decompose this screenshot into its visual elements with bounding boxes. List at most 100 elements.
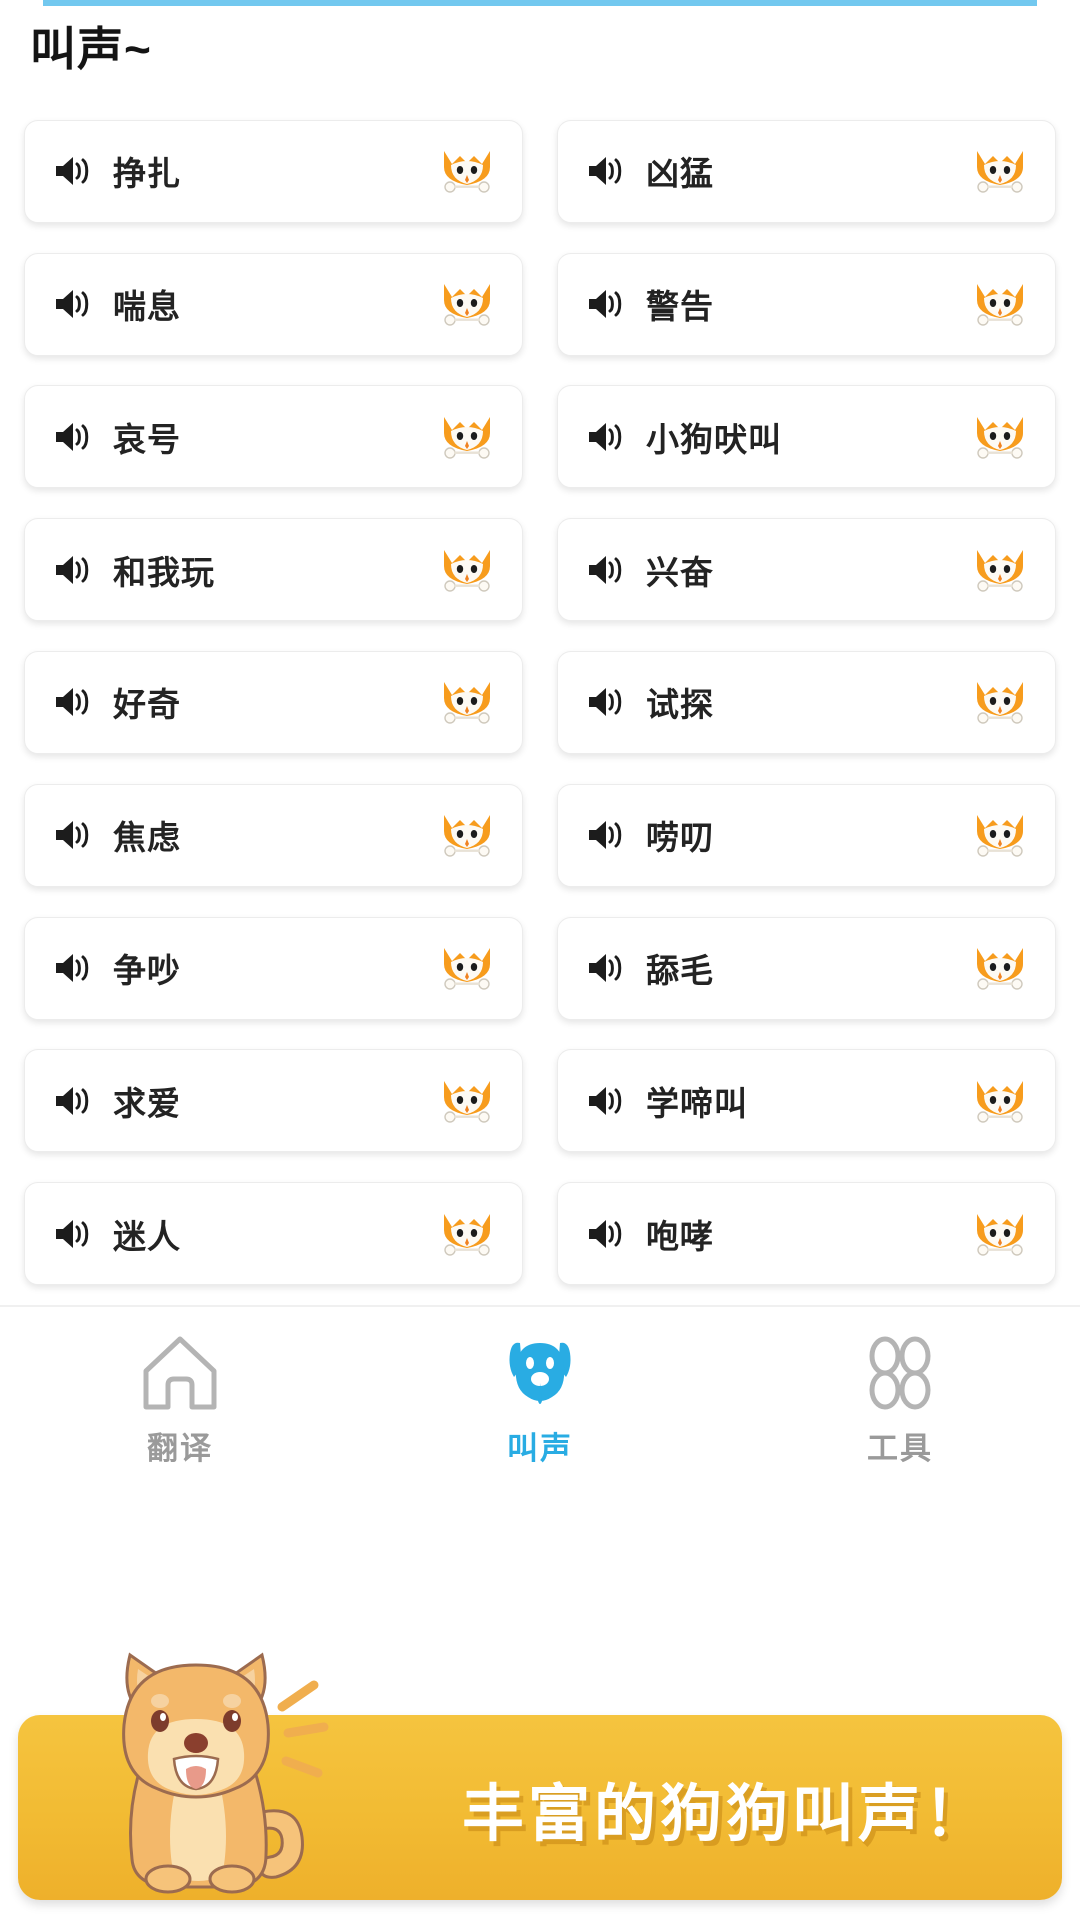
sound-card-cell: 迷人 — [24, 1167, 523, 1300]
dog-face-icon — [971, 678, 1029, 726]
status-bar-strip — [0, 0, 1080, 6]
sound-card-cell: 警告 — [557, 238, 1056, 371]
dog-face-icon — [971, 1077, 1029, 1125]
speaker-icon — [586, 684, 626, 720]
grid-petals-icon — [854, 1327, 946, 1419]
sound-card[interactable]: 迷人 — [24, 1182, 523, 1286]
speaker-icon — [586, 153, 626, 189]
dog-face-icon — [438, 678, 496, 726]
speaker-icon — [53, 419, 93, 455]
speaker-icon — [586, 286, 626, 322]
sound-card[interactable]: 唠叨 — [557, 783, 1056, 887]
sound-label: 兴奋 — [646, 553, 714, 591]
dog-face-icon — [971, 944, 1029, 992]
sound-card[interactable]: 挣扎 — [24, 119, 523, 223]
dog-face-icon — [438, 944, 496, 992]
home-icon — [134, 1327, 226, 1419]
sound-card[interactable]: 学啼叫 — [557, 1049, 1056, 1153]
sound-label: 唠叨 — [646, 819, 714, 857]
tab-label: 工具 — [867, 1431, 933, 1466]
sound-card-cell: 咆哮 — [557, 1167, 1056, 1300]
dog-face-icon — [438, 147, 496, 195]
status-bar-accent — [0, 0, 1080, 6]
dog-face-icon — [438, 546, 496, 594]
sound-card[interactable]: 求爱 — [24, 1049, 523, 1153]
sound-label: 哀号 — [113, 420, 181, 458]
dog-head-icon — [494, 1327, 586, 1419]
sound-label: 挣扎 — [113, 155, 181, 193]
sound-card[interactable]: 好奇 — [24, 650, 523, 754]
tab-label: 叫声 — [507, 1431, 573, 1466]
sound-label: 好奇 — [113, 686, 181, 724]
sound-label: 舔毛 — [646, 952, 714, 990]
tab-tools[interactable]: 工具 — [720, 1313, 1080, 1488]
speaker-icon — [586, 1083, 626, 1119]
banner-text: 丰富的狗狗叫声！ — [461, 1779, 990, 1849]
sound-card-cell: 争吵 — [24, 902, 523, 1035]
dog-face-icon — [971, 546, 1029, 594]
speaker-icon — [586, 419, 626, 455]
sound-label: 警告 — [646, 288, 714, 326]
speaker-icon — [53, 153, 93, 189]
dog-face-icon — [971, 1210, 1029, 1258]
sound-card[interactable]: 咆哮 — [557, 1182, 1056, 1286]
app-root: 叫声~ 挣扎 凶猛 喘息 警告 哀号 小狗吠叫 和我玩 兴奋 好奇 试探 焦虑 … — [0, 0, 1080, 1920]
sound-card[interactable]: 小狗吠叫 — [557, 385, 1056, 489]
sound-card-cell: 喘息 — [24, 238, 523, 371]
speaker-icon — [586, 1216, 626, 1252]
tab-translate[interactable]: 翻译 — [0, 1313, 360, 1488]
dog-face-icon — [971, 811, 1029, 859]
dog-face-icon — [971, 280, 1029, 328]
sound-card[interactable]: 警告 — [557, 252, 1056, 356]
dog-face-icon — [438, 1077, 496, 1125]
sound-card[interactable]: 哀号 — [24, 385, 523, 489]
sound-label: 和我玩 — [113, 553, 215, 591]
sound-card-cell: 好奇 — [24, 636, 523, 769]
tab-sounds[interactable]: 叫声 — [360, 1313, 720, 1488]
speaker-icon — [53, 286, 93, 322]
sound-card-cell: 哀号 — [24, 371, 523, 504]
sound-card-cell: 小狗吠叫 — [557, 371, 1056, 504]
speaker-icon — [53, 552, 93, 588]
sound-card[interactable]: 兴奋 — [557, 518, 1056, 622]
dog-face-icon — [438, 811, 496, 859]
speaker-icon — [586, 552, 626, 588]
speaker-icon — [53, 1083, 93, 1119]
sound-label: 学啼叫 — [646, 1084, 748, 1122]
sound-card[interactable]: 和我玩 — [24, 518, 523, 622]
sound-card-cell: 试探 — [557, 636, 1056, 769]
sound-card-cell: 凶猛 — [557, 105, 1056, 238]
dog-face-icon — [438, 413, 496, 461]
promo-banner[interactable]: 丰富的狗狗叫声！ — [18, 1652, 1062, 1900]
dog-face-icon — [438, 1210, 496, 1258]
sound-label: 争吵 — [113, 952, 181, 990]
sound-card-cell: 学啼叫 — [557, 1034, 1056, 1167]
sound-card[interactable]: 喘息 — [24, 252, 523, 356]
sound-label: 迷人 — [113, 1217, 181, 1255]
sound-card-cell: 和我玩 — [24, 503, 523, 636]
sound-label: 凶猛 — [646, 155, 714, 193]
speaker-icon — [53, 1216, 93, 1252]
sound-card-cell: 挣扎 — [24, 105, 523, 238]
tab-label: 翻译 — [147, 1431, 213, 1466]
speaker-icon — [586, 817, 626, 853]
dog-face-icon — [971, 413, 1029, 461]
sound-card[interactable]: 试探 — [557, 650, 1056, 754]
sound-card-cell: 舔毛 — [557, 902, 1056, 1035]
sound-card[interactable]: 焦虑 — [24, 783, 523, 887]
sound-label: 喘息 — [113, 288, 181, 326]
sound-card-cell: 唠叨 — [557, 769, 1056, 902]
speaker-icon — [53, 684, 93, 720]
page-title: 叫声~ — [30, 23, 152, 75]
sound-card[interactable]: 凶猛 — [557, 119, 1056, 223]
speaker-icon — [586, 950, 626, 986]
sound-label: 咆哮 — [646, 1217, 714, 1255]
speaker-icon — [53, 817, 93, 853]
sound-card[interactable]: 舔毛 — [557, 916, 1056, 1020]
sound-grid: 挣扎 凶猛 喘息 警告 哀号 小狗吠叫 和我玩 兴奋 好奇 试探 焦虑 唠叨 争… — [0, 105, 1080, 1300]
tabbar-divider — [0, 1305, 1080, 1307]
sound-label: 试探 — [646, 686, 714, 724]
dog-face-icon — [438, 280, 496, 328]
sound-card[interactable]: 争吵 — [24, 916, 523, 1020]
sound-label: 焦虑 — [113, 819, 181, 857]
